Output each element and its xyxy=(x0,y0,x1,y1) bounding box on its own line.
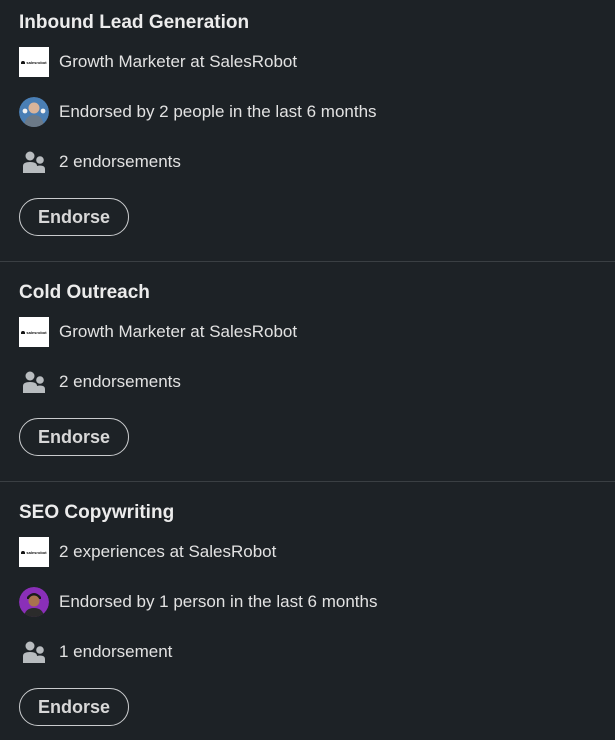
endorse-button[interactable]: Endorse xyxy=(19,418,129,456)
salesrobot-logo-icon: salesrobot xyxy=(19,537,49,567)
endorsement-count-row[interactable]: 2 endorsements xyxy=(19,147,181,177)
endorsement-count: 2 endorsements xyxy=(59,372,181,391)
experience-text: 2 experiences at SalesRobot xyxy=(59,542,277,561)
people-icon xyxy=(23,641,45,663)
divider xyxy=(0,481,615,482)
experience-text: Growth Marketer at SalesRobot xyxy=(59,52,298,71)
experience-row[interactable]: salesrobot 2 experiences at SalesRobot xyxy=(19,537,276,567)
skill-title[interactable]: Cold Outreach xyxy=(19,282,150,304)
people-icon xyxy=(23,371,45,393)
endorse-button[interactable]: Endorse xyxy=(19,688,129,726)
experience-row[interactable]: salesrobot Growth Marketer at SalesRobot xyxy=(19,47,297,77)
salesrobot-logo-icon: salesrobot xyxy=(19,47,49,77)
experience-row[interactable]: salesrobot Growth Marketer at SalesRobot xyxy=(19,317,297,347)
endorsement-count: 2 endorsements xyxy=(59,152,181,171)
skill-title[interactable]: Inbound Lead Generation xyxy=(19,12,249,34)
skill-title[interactable]: SEO Copywriting xyxy=(19,502,174,524)
endorsers-text: Endorsed by 1 person in the last 6 month… xyxy=(59,592,378,611)
endorsement-count: 1 endorsement xyxy=(59,642,173,661)
endorser-avatar[interactable] xyxy=(19,587,49,617)
divider xyxy=(0,261,615,262)
endorse-button[interactable]: Endorse xyxy=(19,198,129,236)
endorsers-text: Endorsed by 2 people in the last 6 month… xyxy=(59,102,377,121)
people-icon xyxy=(23,151,45,173)
endorsement-count-row[interactable]: 2 endorsements xyxy=(19,367,181,397)
endorsers-row[interactable]: Endorsed by 1 person in the last 6 month… xyxy=(19,587,377,617)
experience-text: Growth Marketer at SalesRobot xyxy=(59,322,298,341)
endorser-avatar[interactable] xyxy=(19,97,49,127)
endorsement-count-row[interactable]: 1 endorsement xyxy=(19,637,172,667)
salesrobot-logo-icon: salesrobot xyxy=(19,317,49,347)
endorsers-row[interactable]: Endorsed by 2 people in the last 6 month… xyxy=(19,97,377,127)
